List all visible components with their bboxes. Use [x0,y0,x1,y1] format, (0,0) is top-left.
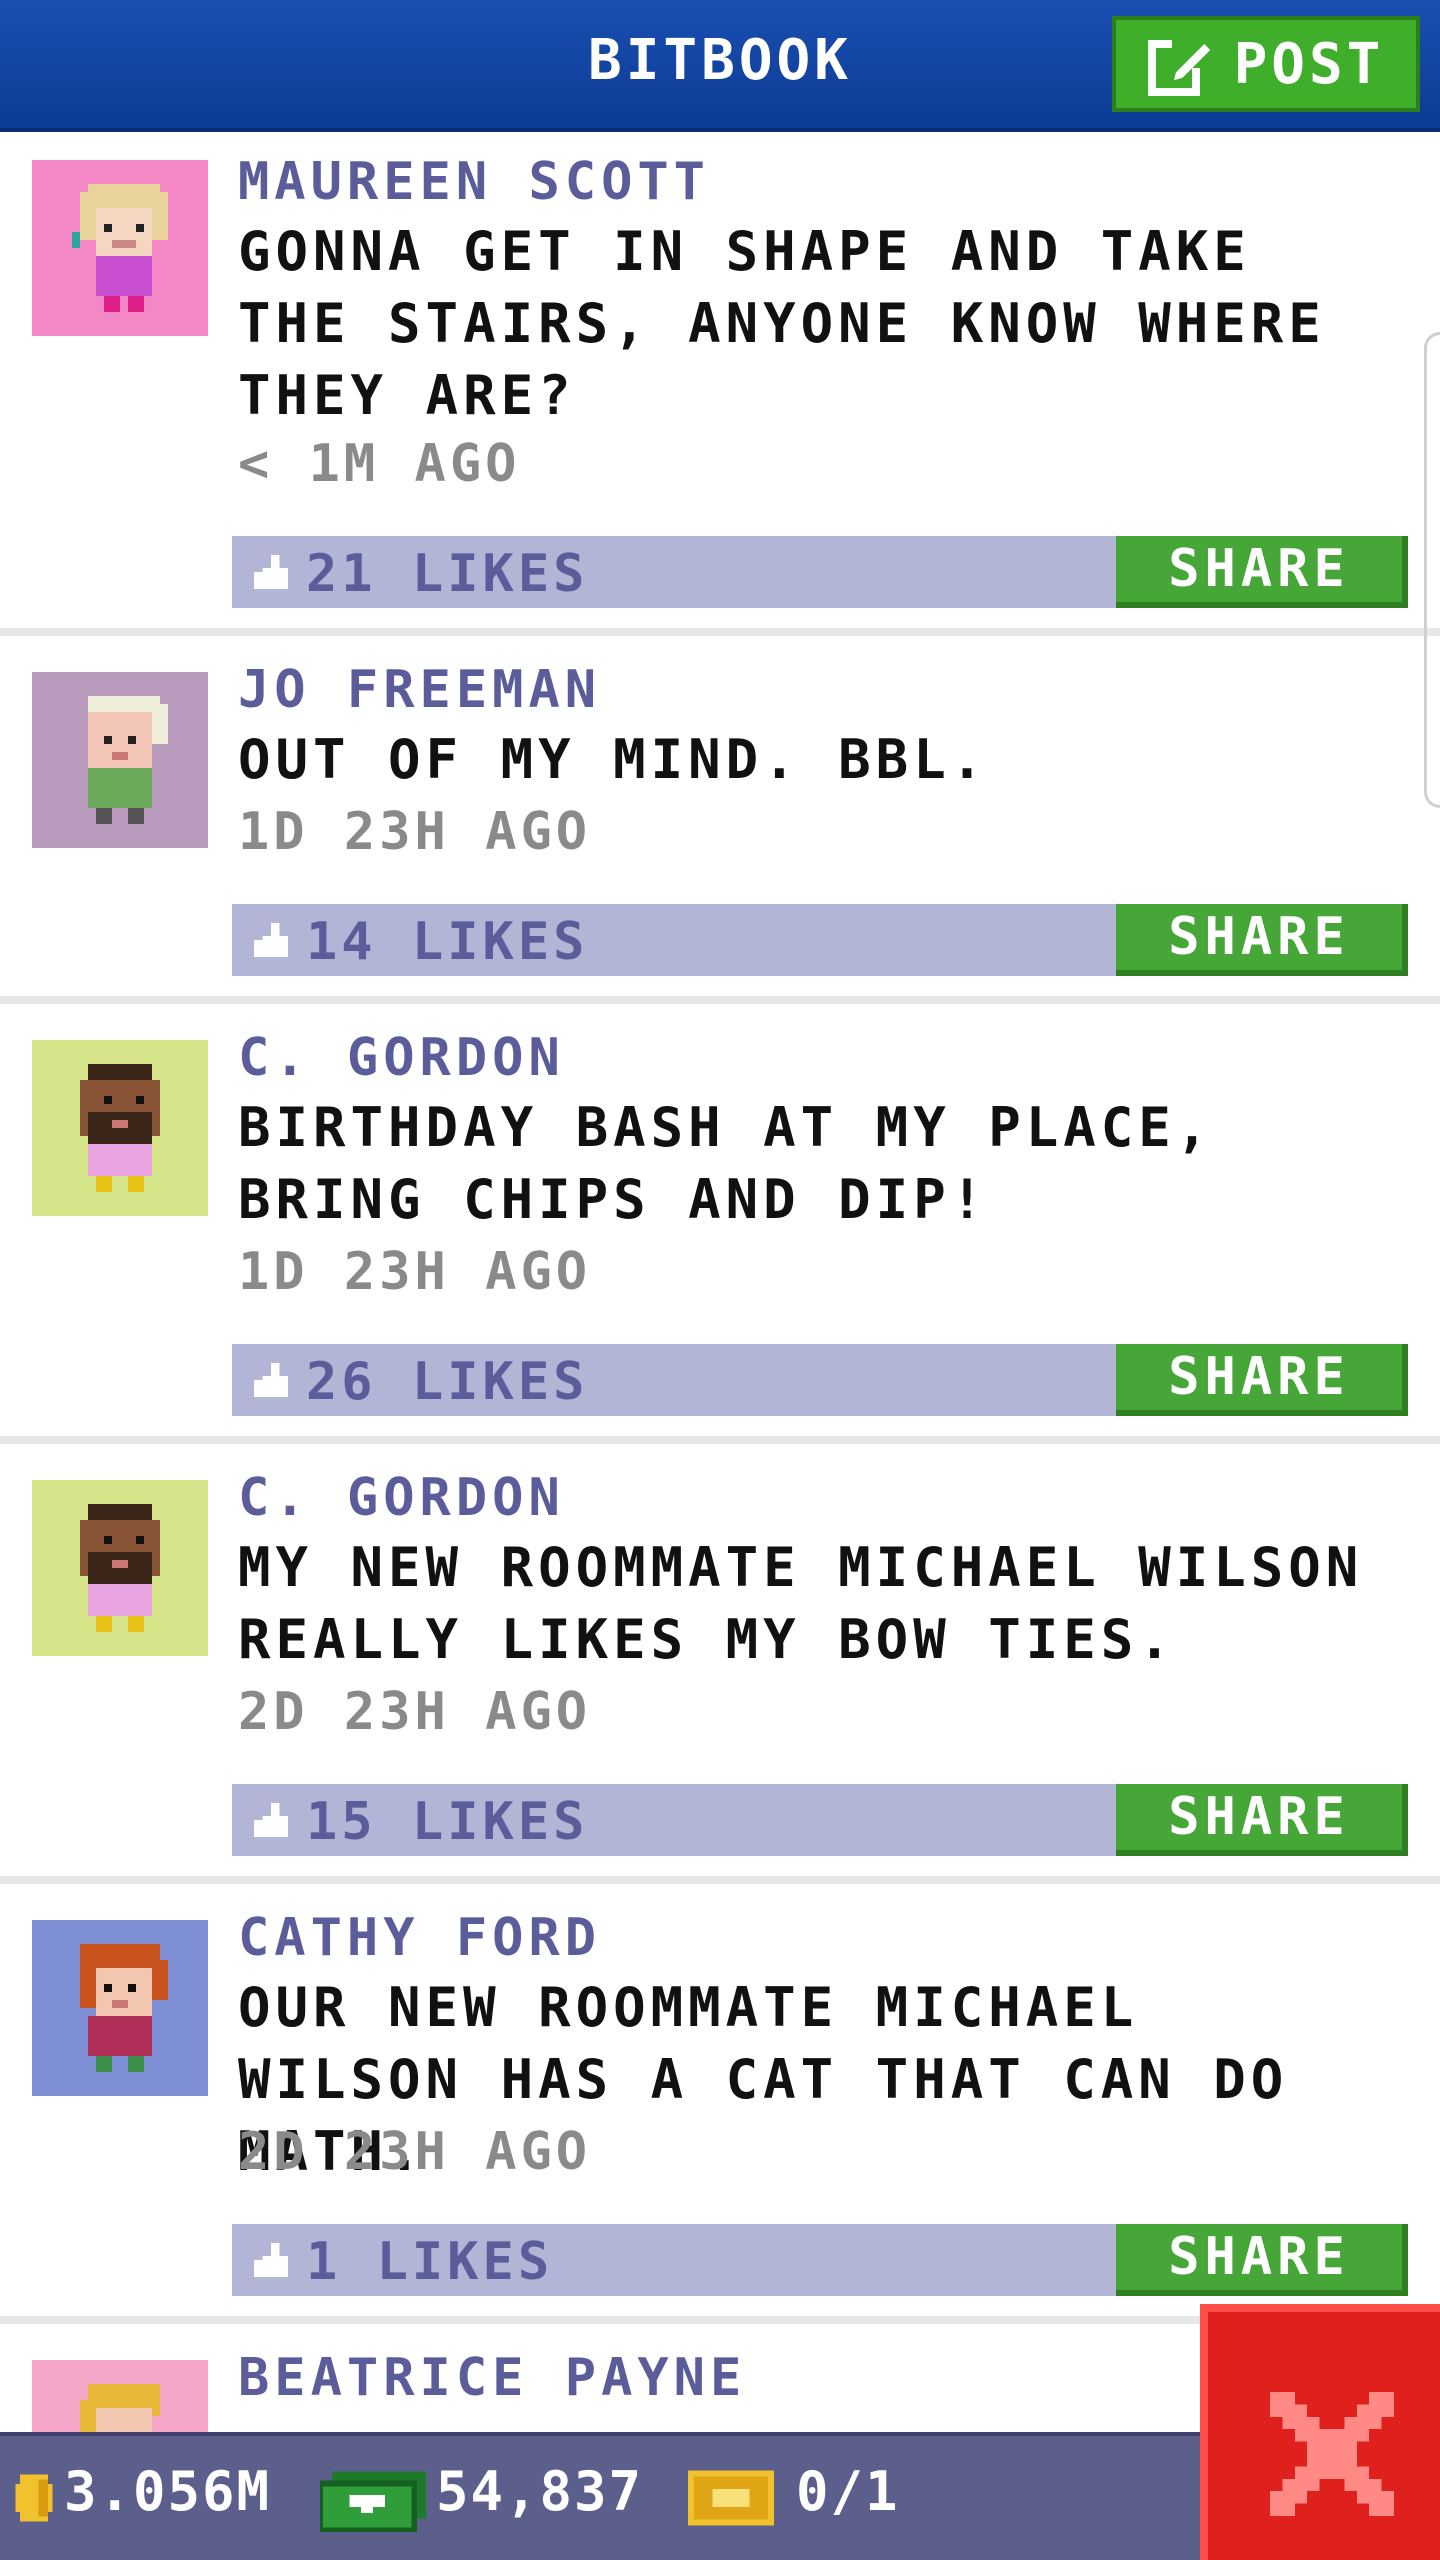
post-author[interactable]: CATHY FORD [238,1908,601,1968]
person-avatar-icon [32,160,208,336]
scrollbar[interactable] [1424,332,1440,808]
post-timestamp: 2D 23H AGO [238,1682,592,1742]
cash-balance: 54,837 [436,2460,644,2523]
feed-post: C. GORDON MY NEW ROOMMATE MICHAEL WILSON… [0,1444,1440,1876]
avatar[interactable] [32,1920,208,2096]
post-timestamp: < 1M AGO [238,434,521,494]
thumbs-up-icon[interactable] [250,918,292,962]
edit-icon [1147,36,1212,96]
share-button[interactable]: SHARE [1116,536,1408,608]
share-button[interactable]: SHARE [1116,904,1408,976]
like-count: 1 LIKES [306,2232,554,2292]
divider [0,628,1440,636]
post-message: MY NEW ROOMMATE MICHAEL WILSON REALLY LI… [238,1536,1364,1671]
person-avatar-icon [32,2360,208,2432]
divider [0,1876,1440,1884]
post-timestamp: 1D 23H AGO [238,802,592,862]
thumbs-up-icon[interactable] [250,2238,292,2282]
post-message: OUT OF MY MIND. BBL. [238,728,989,791]
coin-balance: 3.056M [64,2460,272,2523]
like-count: 26 LIKES [306,1352,589,1412]
post-timestamp: 1D 23H AGO [238,1242,592,1302]
feed-post: JO FREEMAN OUT OF MY MIND. BBL. 1D 23H A… [0,636,1440,996]
post-button-label: POST [1233,31,1385,97]
avatar[interactable] [32,1480,208,1656]
post-author[interactable]: MAUREEN SCOTT [238,152,710,212]
divider [0,1436,1440,1444]
avatar[interactable] [32,1040,208,1216]
thumbs-up-icon[interactable] [250,1798,292,1842]
post-author[interactable]: C. GORDON [238,1028,565,1088]
bux-count: 0/1 [796,2460,900,2523]
feed-post: C. GORDON BIRTHDAY BASH AT MY PLACE, BRI… [0,1004,1440,1436]
coin-icon [15,2474,53,2522]
app-header: BITBOOK POST [0,0,1440,132]
like-bar: 1 LIKES SHARE [232,2224,1408,2296]
like-bar: 26 LIKES SHARE [232,1344,1408,1416]
close-icon [1270,2392,1394,2516]
like-bar: 15 LIKES SHARE [232,1784,1408,1856]
bux-ticket-icon [688,2470,774,2526]
like-count: 15 LIKES [306,1792,589,1852]
post-timestamp: 2D 23H AGO [238,2122,592,2182]
post-author[interactable]: BEATRICE PAYNE [238,2348,746,2408]
avatar[interactable] [32,672,208,848]
divider [0,996,1440,1004]
person-avatar-icon [32,1040,208,1216]
like-count: 21 LIKES [306,544,589,604]
avatar[interactable] [32,2360,208,2432]
person-avatar-icon [32,1480,208,1656]
post-button[interactable]: POST [1112,16,1420,112]
share-button[interactable]: SHARE [1116,2224,1408,2296]
post-message: GONNA GET IN SHAPE AND TAKE THE STAIRS, … [238,220,1326,427]
post-author[interactable]: C. GORDON [238,1468,565,1528]
close-button[interactable] [1200,2304,1440,2560]
person-avatar-icon [32,1920,208,2096]
post-message: BIRTHDAY BASH AT MY PLACE, BRING CHIPS A… [238,1096,1214,1231]
cash-icon [320,2471,426,2532]
share-button[interactable]: SHARE [1116,1344,1408,1416]
like-count: 14 LIKES [306,912,589,972]
post-author[interactable]: JO FREEMAN [238,660,601,720]
like-bar: 14 LIKES SHARE [232,904,1408,976]
feed-post: CATHY FORD OUR NEW ROOMMATE MICHAEL WILS… [0,1884,1440,2316]
person-avatar-icon [32,672,208,848]
feed-post: MAUREEN SCOTT GONNA GET IN SHAPE AND TAK… [0,132,1440,628]
thumbs-up-icon[interactable] [250,1358,292,1402]
like-bar: 21 LIKES SHARE [232,536,1408,608]
thumbs-up-icon[interactable] [250,550,292,594]
avatar[interactable] [32,160,208,336]
share-button[interactable]: SHARE [1116,1784,1408,1856]
